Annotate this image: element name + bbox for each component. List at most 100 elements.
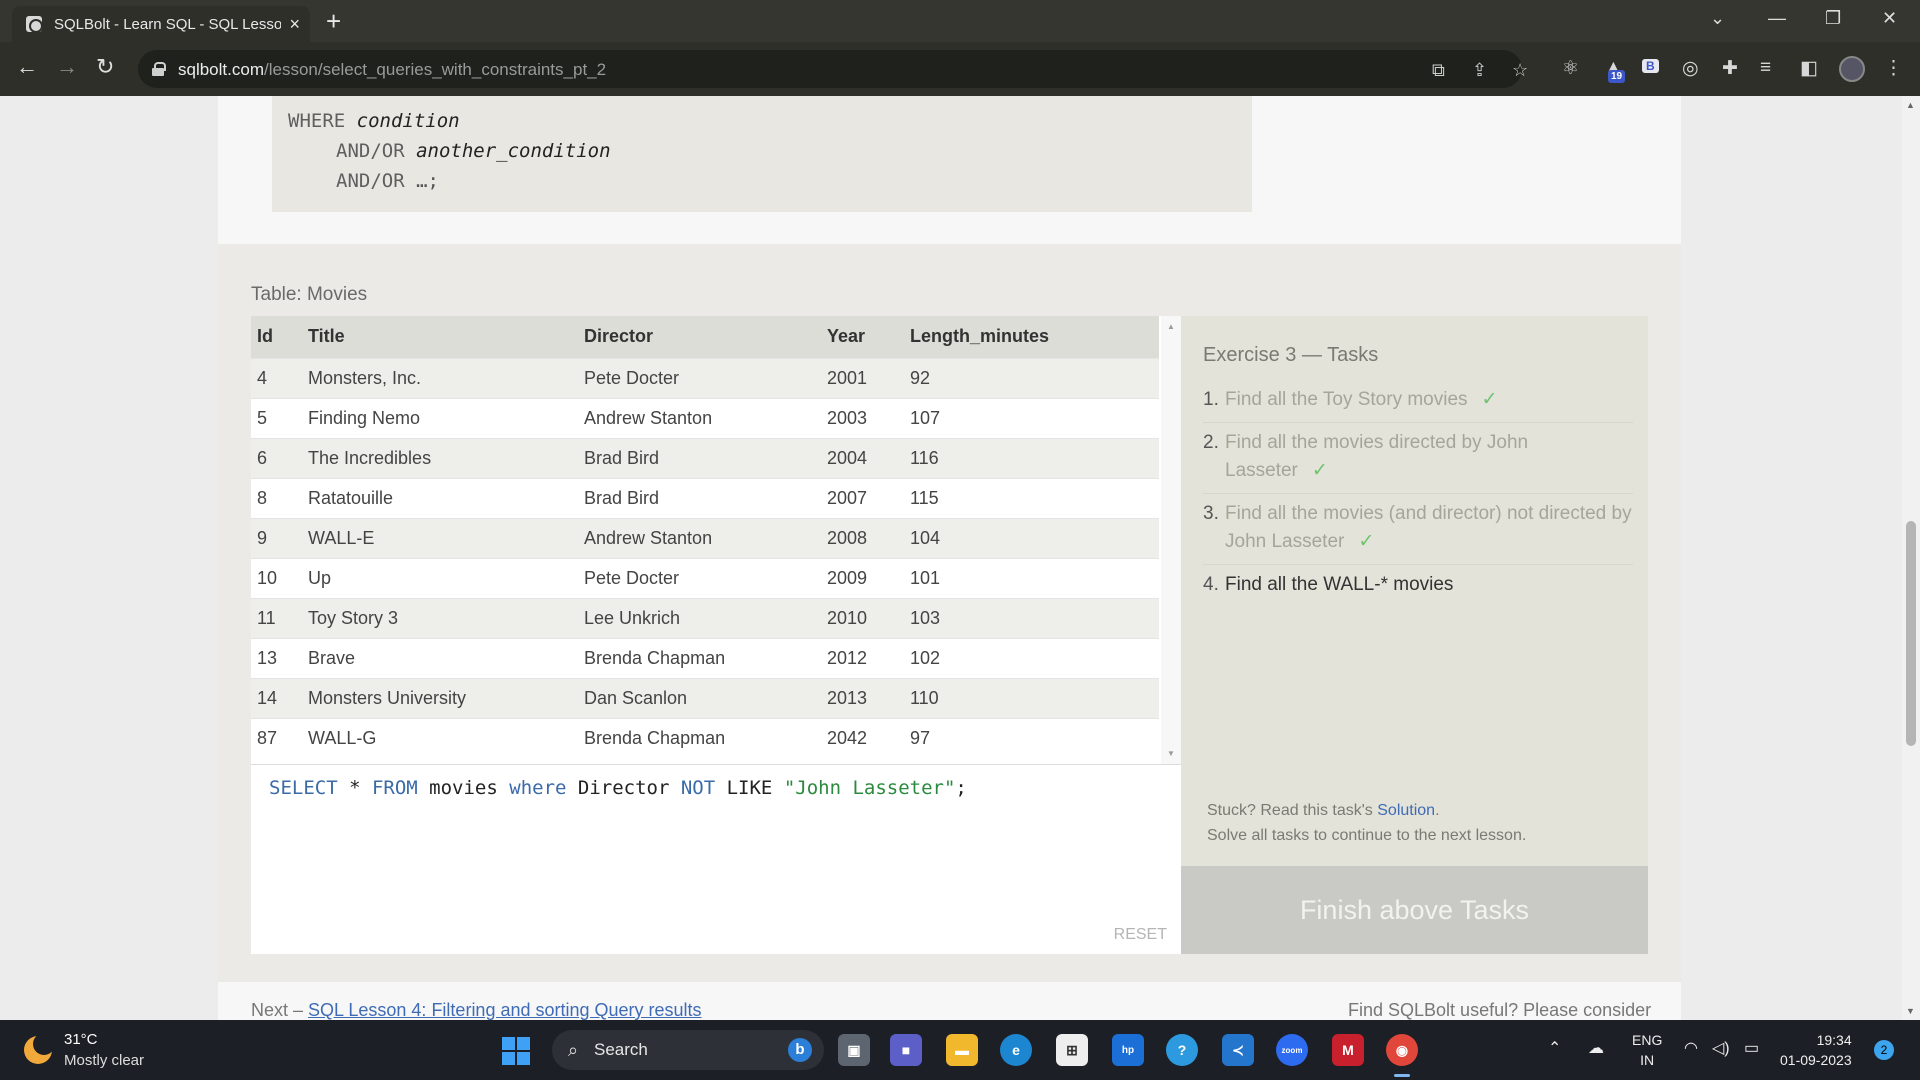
- tray-chevron-icon[interactable]: ⌃: [1548, 1038, 1561, 1058]
- share-icon[interactable]: ⇪: [1472, 60, 1487, 81]
- tab-title: SQLBolt - Learn SQL - SQL Lesson 3: [54, 15, 282, 33]
- browser-toolbar: ← → ↻ sqlbolt.com/lesson/select_queries_…: [0, 42, 1920, 96]
- edge-browser-icon[interactable]: e: [1000, 1034, 1032, 1066]
- table-cell: 2007: [821, 477, 904, 518]
- syntax-code-block: WHERE condition AND/OR another_condition…: [272, 96, 1252, 212]
- media-queue-icon[interactable]: ≡: [1760, 57, 1771, 79]
- new-tab-button[interactable]: +: [326, 8, 341, 34]
- table-cell: Brad Bird: [578, 477, 821, 518]
- microsoft-store-icon[interactable]: ⊞: [1056, 1034, 1088, 1066]
- page-scrollbar[interactable]: ▲ ▼: [1902, 96, 1920, 1020]
- table-header-row: Id Title Director Year Length_minutes: [251, 316, 1159, 358]
- window-close-button[interactable]: ✕: [1882, 8, 1897, 29]
- tab-search-chevron-icon[interactable]: ⌄: [1710, 8, 1725, 29]
- translate-icon[interactable]: ⧉: [1432, 60, 1445, 81]
- weather-moon-icon[interactable]: [24, 1033, 55, 1064]
- bing-icon[interactable]: b: [788, 1038, 812, 1062]
- task-item: 4. Find all the WALL-* movies: [1203, 565, 1633, 607]
- onedrive-cloud-icon[interactable]: ☁: [1588, 1038, 1604, 1058]
- wifi-icon[interactable]: ◠: [1684, 1038, 1698, 1058]
- solve-all-note: Solve all tasks to continue to the next …: [1207, 827, 1527, 844]
- table-cell: 9: [251, 517, 302, 558]
- input-language[interactable]: ENG IN: [1632, 1030, 1662, 1070]
- more-menu-icon[interactable]: ⋮: [1884, 57, 1903, 80]
- page-scroll-down-icon[interactable]: ▼: [1906, 1006, 1915, 1016]
- url-text[interactable]: sqlbolt.com/lesson/select_queries_with_c…: [178, 60, 606, 80]
- table-cell: 104: [904, 517, 1159, 558]
- vscode-icon[interactable]: ≺: [1222, 1034, 1254, 1066]
- scroll-up-arrow-icon[interactable]: ▲: [1167, 322, 1175, 331]
- table-cell: Lee Unkrich: [578, 597, 821, 638]
- restore-button[interactable]: ❐: [1825, 8, 1841, 29]
- task-item: 1. Find all the Toy Story movies ✓: [1203, 380, 1633, 423]
- teams-chat-icon[interactable]: ■: [890, 1034, 922, 1066]
- table-cell: 115: [904, 477, 1159, 518]
- extensions-puzzle-icon[interactable]: ✚: [1722, 57, 1738, 80]
- table-row: 6 The Incredibles Brad Bird 2004 116: [251, 437, 1159, 478]
- column-header: Length_minutes: [910, 326, 1050, 347]
- results-table-container[interactable]: Id Title Director Year Length_minutes 4 Monst…: [251, 316, 1181, 764]
- sql-query-text[interactable]: SELECT * FROM movies where Director NOT …: [269, 777, 967, 799]
- table-cell: 14: [251, 677, 302, 718]
- table-cell: Monsters University: [302, 677, 578, 718]
- battery-icon[interactable]: ▭: [1744, 1038, 1759, 1058]
- back-arrow-icon[interactable]: ←: [16, 54, 38, 80]
- solution-link[interactable]: Solution: [1377, 802, 1435, 819]
- table-row: 10 Up Pete Docter 2009 101: [251, 557, 1159, 598]
- task-text-wrap: Find all the movies (and director) not d…: [1225, 500, 1633, 556]
- chrome-icon[interactable]: ◉: [1386, 1034, 1418, 1066]
- next-lesson-link[interactable]: SQL Lesson 4: Filtering and sorting Quer…: [308, 1000, 702, 1020]
- next-lesson-line: Next – SQL Lesson 4: Filtering and sorti…: [251, 1000, 702, 1020]
- profile-avatar[interactable]: [1839, 56, 1865, 82]
- task-view-icon[interactable]: ▣: [838, 1034, 870, 1066]
- react-devtools-icon[interactable]: ⚛: [1562, 57, 1579, 80]
- table-cell: 8: [251, 477, 302, 518]
- task-number: 2.: [1203, 432, 1219, 453]
- sql-editor[interactable]: SELECT * FROM movies where Director NOT …: [251, 764, 1181, 954]
- windows-taskbar: 31°C Mostly clear ⌕ Search b ▣ ■ ▬ e ⊞ h…: [0, 1020, 1920, 1080]
- checkmark-icon: ✓: [1481, 389, 1498, 410]
- browser-tab[interactable]: SQLBolt - Learn SQL - SQL Lesson 3 ×: [12, 6, 310, 42]
- volume-icon[interactable]: ◁): [1712, 1038, 1730, 1058]
- table-cell: Finding Nemo: [302, 397, 578, 438]
- help-icon[interactable]: ?: [1166, 1034, 1198, 1066]
- table-cell: 13: [251, 637, 302, 678]
- weather-description[interactable]: Mostly clear: [64, 1052, 144, 1069]
- page-scrollbar-thumb[interactable]: [1906, 521, 1916, 746]
- reload-icon[interactable]: ↻: [96, 54, 114, 80]
- side-panel-icon[interactable]: ◧: [1800, 57, 1818, 80]
- tab-close-icon[interactable]: ×: [289, 14, 300, 35]
- site-favicon-icon: [26, 16, 43, 33]
- lock-icon[interactable]: [152, 62, 166, 76]
- scroll-down-arrow-icon[interactable]: ▼: [1167, 749, 1175, 758]
- table-cell: 110: [904, 677, 1159, 718]
- table-scrollbar[interactable]: ▲ ▼: [1161, 316, 1181, 764]
- address-bar[interactable]: sqlbolt.com/lesson/select_queries_with_c…: [138, 50, 1528, 88]
- reset-button[interactable]: RESET: [1114, 926, 1167, 944]
- taskbar-search[interactable]: ⌕ Search b: [552, 1030, 824, 1070]
- bookmark-star-icon[interactable]: ☆: [1512, 60, 1528, 81]
- extension-circle-icon[interactable]: ◎: [1682, 57, 1699, 80]
- file-explorer-icon[interactable]: ▬: [946, 1034, 978, 1066]
- page-scroll-up-icon[interactable]: ▲: [1906, 100, 1915, 110]
- table-body: 4 Monsters, Inc. Pete Docter 2001 92 5 Finding…: [251, 357, 1159, 758]
- table-row: 13 Brave Brenda Chapman 2012 102: [251, 637, 1159, 678]
- active-app-indicator: [1394, 1074, 1410, 1077]
- table-cell: 6: [251, 437, 302, 478]
- table-cell: Brad Bird: [578, 437, 821, 478]
- weather-temperature[interactable]: 31°C: [64, 1031, 98, 1048]
- minimize-button[interactable]: —: [1768, 8, 1786, 29]
- notification-count-badge[interactable]: 2: [1874, 1040, 1894, 1060]
- finish-tasks-button[interactable]: Finish above Tasks: [1181, 866, 1648, 954]
- table-cell: 2004: [821, 437, 904, 478]
- myhp-icon[interactable]: hp: [1112, 1034, 1144, 1066]
- system-clock[interactable]: 19:34 01-09-2023: [1780, 1030, 1852, 1070]
- extension-b-icon[interactable]: B: [1642, 59, 1659, 73]
- task-text: Find all the movies directed by John Las…: [1225, 432, 1529, 481]
- table-cell: 87: [251, 717, 302, 758]
- windows-start-icon[interactable]: [502, 1037, 530, 1065]
- mcafee-icon[interactable]: M: [1332, 1034, 1364, 1066]
- task-number: 4.: [1203, 574, 1219, 595]
- forward-arrow-icon[interactable]: →: [56, 54, 78, 80]
- zoom-icon[interactable]: zoom: [1276, 1034, 1308, 1066]
